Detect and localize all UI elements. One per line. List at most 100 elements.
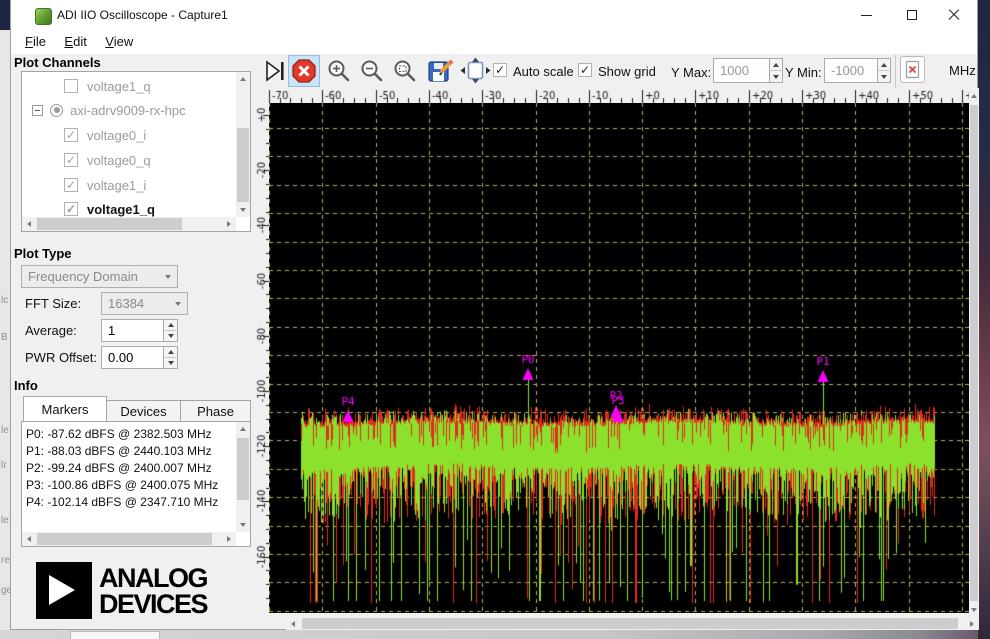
average-spinner[interactable] <box>164 319 178 342</box>
device-row-adrv9009[interactable]: axi-adrv9009-rx-hpc <box>24 99 244 121</box>
stop-button[interactable] <box>288 55 320 87</box>
zoom-in-button[interactable] <box>325 57 352 84</box>
scrollbar-thumb[interactable] <box>237 438 249 500</box>
plot-hscrollbar[interactable] <box>286 617 979 630</box>
device-radio[interactable] <box>50 103 63 117</box>
y-max-label: Y Max: <box>671 65 712 80</box>
tab-phase[interactable]: Phase <box>181 400 251 422</box>
scroll-down-button[interactable] <box>969 603 979 617</box>
checkbox-unchecked[interactable] <box>64 79 78 93</box>
screen: lc B le lr le re ge ADI IIO Oscilloscope… <box>0 0 990 639</box>
scroll-up-button[interactable] <box>236 72 250 86</box>
auto-scale-label: Auto scale <box>513 64 574 79</box>
scrollbar-thumb[interactable] <box>302 618 958 629</box>
checkbox-checked[interactable] <box>64 153 78 167</box>
show-grid-label: Show grid <box>598 64 656 79</box>
menu-bar: File Edit View <box>11 30 977 54</box>
scrollbar-thumb[interactable] <box>37 533 212 545</box>
marker-list-hscrollbar[interactable] <box>22 532 236 546</box>
y-min-spinner[interactable] <box>878 58 891 83</box>
scrollbar-thumb[interactable] <box>970 105 978 601</box>
pwr-offset-input[interactable]: 0.00 <box>101 346 164 369</box>
marker-readout-row[interactable]: P1: -88.03 dBFS @ 2440.103 MHz <box>26 444 236 461</box>
menu-file[interactable]: File <box>25 34 46 49</box>
save-button[interactable] <box>426 56 454 84</box>
background-text-fragment: ge <box>1 585 10 596</box>
checkbox-checked[interactable] <box>64 202 78 216</box>
channel-row-voltage1_i[interactable]: voltage1_i <box>24 174 250 196</box>
background-text-fragment: lc <box>1 295 9 306</box>
title-bar[interactable]: ADI IIO Oscilloscope - Capture1 <box>11 0 977 30</box>
fit-window-button[interactable] <box>459 56 491 84</box>
plot-channels-heading: Plot Channels <box>14 55 101 70</box>
fft-size-dropdown[interactable]: 16384 <box>101 292 188 315</box>
background-text-fragment: lr <box>1 460 7 471</box>
scroll-up-button[interactable] <box>236 422 250 436</box>
marker-readout-row[interactable]: P4: -102.14 dBFS @ 2347.710 MHz <box>26 495 236 512</box>
channel-row-voltage0_i[interactable]: voltage0_i <box>24 124 250 146</box>
maximize-button[interactable] <box>889 0 935 30</box>
tab-devices[interactable]: Devices <box>107 400 181 422</box>
y-max-spinner[interactable] <box>770 58 783 83</box>
y-max-input[interactable]: 1000 <box>713 58 770 83</box>
channel-row-voltage1_q-other[interactable]: voltage1_q <box>24 75 250 97</box>
chevron-down-icon <box>165 274 171 279</box>
fft-size-value: 16384 <box>108 296 145 311</box>
scrollbar-thumb[interactable] <box>37 218 182 230</box>
new-capture-window-button[interactable] <box>900 56 925 83</box>
pwr-offset-spinner[interactable] <box>164 346 178 369</box>
plot-type-heading: Plot Type <box>14 246 72 261</box>
collapse-icon[interactable] <box>32 104 43 116</box>
scroll-down-button[interactable] <box>236 203 250 217</box>
scroll-right-button[interactable] <box>965 617 979 630</box>
marker-list-vscrollbar[interactable] <box>236 422 250 532</box>
plot-type-dropdown[interactable]: Frequency Domain <box>21 265 178 288</box>
scroll-up-button[interactable] <box>969 89 979 103</box>
zoom-out-icon <box>361 60 382 81</box>
menu-view[interactable]: View <box>105 34 133 49</box>
scroll-right-button[interactable] <box>222 532 236 546</box>
menu-edit[interactable]: Edit <box>64 34 86 49</box>
plot-type-value: Frequency Domain <box>28 269 138 284</box>
scroll-down-button[interactable] <box>236 518 250 532</box>
zoom-out-button[interactable] <box>358 57 385 84</box>
app-icon <box>35 8 52 25</box>
close-icon <box>947 8 961 22</box>
fit-window-icon <box>460 57 490 83</box>
background-window-edge <box>70 631 160 639</box>
background-text-fragment: le <box>1 425 9 436</box>
minimize-button[interactable] <box>843 0 889 30</box>
spectrum-canvas[interactable] <box>269 103 969 613</box>
scroll-right-button[interactable] <box>222 217 236 231</box>
average-input[interactable]: 1 <box>101 319 164 342</box>
marker-readout-row[interactable]: P2: -99.24 dBFS @ 2400.007 MHz <box>26 461 236 478</box>
logo-triangle-icon <box>49 575 75 605</box>
channel-list-vscrollbar[interactable] <box>236 72 250 217</box>
plot-vscrollbar[interactable] <box>969 89 979 617</box>
show-grid-checkbox[interactable] <box>578 63 592 77</box>
scroll-left-button[interactable] <box>22 217 36 231</box>
scrollbar-thumb[interactable] <box>237 128 249 202</box>
channel-row-voltage0_q[interactable]: voltage0_q <box>24 149 250 171</box>
close-button[interactable] <box>931 0 977 30</box>
scroll-left-button[interactable] <box>286 617 300 630</box>
checkbox-checked[interactable] <box>64 178 78 192</box>
maximize-icon <box>907 10 917 20</box>
marker-readout-row[interactable]: P0: -87.62 dBFS @ 2382.503 MHz <box>26 427 236 444</box>
document-remove-icon <box>905 60 920 79</box>
stop-icon <box>292 59 316 83</box>
capture-play-button[interactable] <box>263 57 287 85</box>
fft-size-label: FFT Size: <box>25 296 82 311</box>
info-heading: Info <box>14 378 38 393</box>
tab-markers[interactable]: Markers <box>23 396 107 422</box>
channel-label: voltage0_i <box>87 127 147 143</box>
desktop-corner <box>0 0 10 30</box>
marker-readout-row[interactable]: P3: -100.86 dBFS @ 2400.075 MHz <box>26 478 236 495</box>
y-min-input[interactable]: -1000 <box>824 58 878 83</box>
channel-label: voltage0_q <box>87 152 151 168</box>
scroll-left-button[interactable] <box>22 532 36 546</box>
auto-scale-checkbox[interactable] <box>493 63 507 77</box>
zoom-fit-button[interactable] <box>391 57 418 84</box>
checkbox-checked[interactable] <box>64 128 78 142</box>
channel-list-hscrollbar[interactable] <box>22 217 236 231</box>
